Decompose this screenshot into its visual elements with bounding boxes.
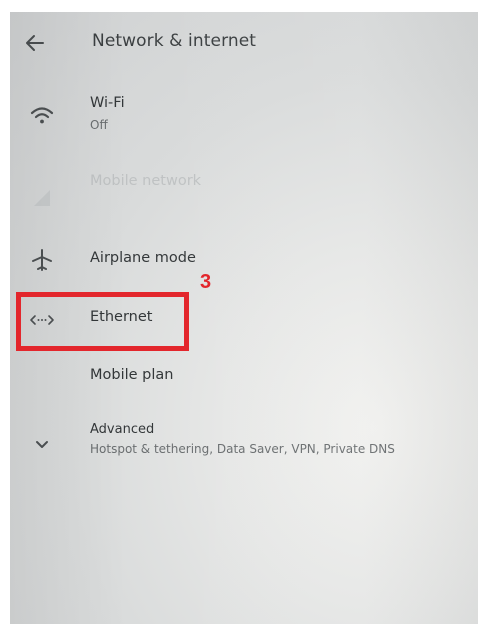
annotation-step-number: 3 — [200, 271, 212, 293]
wifi-item[interactable]: Wi-Fi Off — [10, 92, 478, 148]
page-title: Network & internet — [92, 31, 257, 51]
wifi-status: Off — [90, 118, 108, 132]
mobile-network-label: Mobile network — [90, 173, 202, 189]
cellular-signal-icon — [28, 184, 56, 212]
airplane-mode-label: Airplane mode — [90, 250, 196, 266]
mobile-plan-label: Mobile plan — [90, 367, 174, 383]
mobile-network-item: Mobile network — [10, 170, 478, 210]
arrow-back-icon — [26, 35, 44, 51]
airplane-mode-item[interactable]: Airplane mode — [10, 244, 478, 280]
mobile-plan-item[interactable]: Mobile plan — [10, 362, 478, 398]
annotation-highlight-box — [16, 292, 189, 351]
back-button[interactable] — [22, 30, 48, 56]
wifi-icon — [28, 102, 56, 130]
app-bar: Network & internet — [10, 12, 478, 74]
photo-frame: Network & internet Wi-Fi Off Mobile netw… — [0, 0, 489, 631]
airplane-icon — [28, 246, 56, 274]
chevron-down-icon — [28, 430, 56, 458]
settings-screen: Network & internet Wi-Fi Off Mobile netw… — [10, 12, 478, 624]
advanced-item[interactable]: Advanced Hotspot & tethering, Data Saver… — [10, 418, 478, 474]
advanced-label: Advanced — [90, 422, 155, 437]
wifi-label: Wi-Fi — [90, 95, 125, 111]
advanced-summary: Hotspot & tethering, Data Saver, VPN, Pr… — [90, 442, 395, 456]
